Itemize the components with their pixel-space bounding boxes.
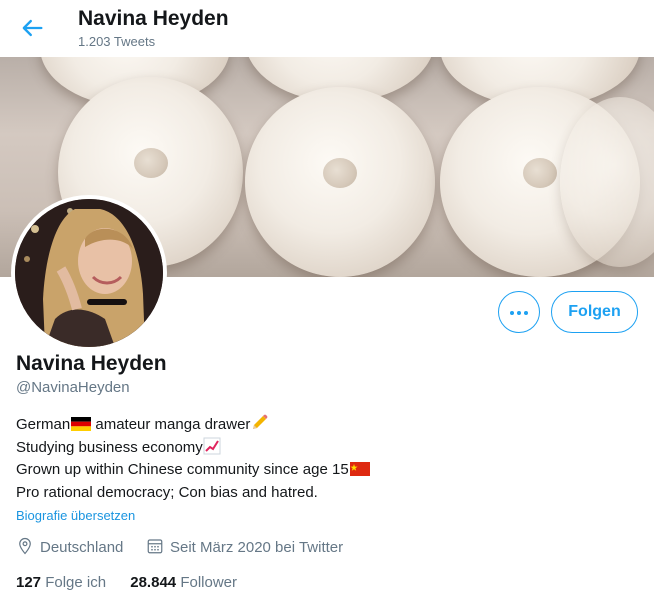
pencil-icon (253, 414, 268, 429)
more-dot-icon (524, 311, 528, 315)
more-options-button[interactable] (498, 291, 540, 333)
location-text: Deutschland (40, 539, 124, 556)
chart-increasing-icon (203, 437, 221, 454)
followers-count: 28.844 (130, 574, 177, 591)
followers-link[interactable]: 28.844 Follower (130, 574, 237, 591)
location-item: Deutschland (16, 537, 123, 559)
following-count: 127 (16, 574, 42, 591)
joined-text: Seit März 2020 bei Twitter (170, 539, 344, 556)
bio-line-2: Studying business economy (16, 438, 203, 456)
bio-line-1b: amateur manga drawer (91, 416, 251, 433)
bio-line-1a: German (16, 416, 71, 433)
more-dot-icon (517, 311, 521, 315)
profile-name: Navina Heyden (16, 352, 167, 375)
bio-line-4: Pro rational democracy; Con bias and hat… (16, 483, 318, 501)
translate-bio-link[interactable]: Biografie übersetzen (16, 508, 135, 523)
bio-line-3: Grown up within Chinese community since … (16, 461, 349, 478)
followers-label: Follower (180, 574, 237, 591)
header-tweet-count: 1.203 Tweets (78, 34, 156, 49)
germany-flag-icon (71, 417, 92, 431)
profile-header: Navina Heyden 1.203 Tweets (0, 0, 654, 57)
back-arrow-icon[interactable] (18, 14, 46, 42)
profile-stats: 127 Folge ich 28.844 Follower (16, 574, 257, 591)
profile-handle: @NavinaHeyden (16, 379, 130, 396)
profile-avatar[interactable] (11, 195, 167, 351)
china-flag-icon (349, 462, 370, 476)
location-pin-icon (19, 537, 31, 555)
header-name: Navina Heyden (78, 7, 229, 30)
following-link[interactable]: 127 Folge ich (16, 574, 106, 591)
profile-bio: German amateur manga drawer Studying bus… (16, 414, 370, 504)
avatar-photo (15, 199, 163, 347)
follow-button[interactable]: Folgen (551, 291, 638, 333)
more-dot-icon (510, 311, 514, 315)
joined-item: Seit März 2020 bei Twitter (146, 537, 343, 559)
calendar-icon (147, 539, 163, 554)
following-label: Folge ich (45, 574, 107, 591)
